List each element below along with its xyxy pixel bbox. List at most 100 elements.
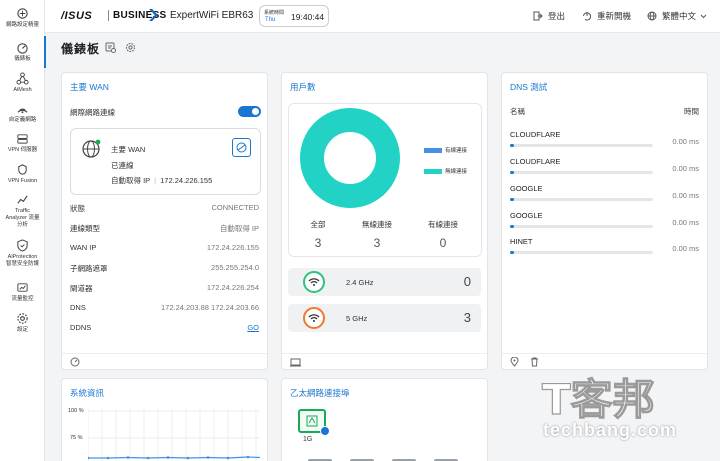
wan-row: DNS172.24.203.88 172.24.203.66	[70, 303, 259, 315]
gear-icon[interactable]	[125, 42, 136, 53]
clock-label: 系統時間	[264, 9, 284, 16]
edit-layout-icon[interactable]	[105, 42, 116, 53]
globe-icon	[647, 11, 657, 21]
band-24ghz-row[interactable]: 2.4 GHz 0	[288, 268, 481, 296]
band-name: 2.4 GHz	[346, 278, 374, 287]
watermark-url: techbang.com	[543, 420, 677, 441]
sidebar-item-label: VPN 伺服器	[8, 147, 37, 154]
separator: |	[154, 176, 156, 185]
wireless-slice	[312, 120, 388, 196]
brand-business: BUSINESS	[113, 10, 167, 21]
wifi-icon	[308, 277, 320, 287]
sidebar-item-traffic-monitor[interactable]: 流量監控	[0, 280, 45, 303]
dns-latency: 0.00 ms	[672, 137, 699, 146]
stat-total-value: 3	[298, 236, 338, 250]
dns-latency-fill	[510, 225, 514, 228]
wan-row-value: 172.24.226.155	[207, 243, 259, 255]
logout-label: 登出	[548, 10, 565, 22]
dns-server-name: HINET	[510, 237, 533, 246]
sidebar-item-vpn-fusion[interactable]: VPN Fusion	[0, 162, 45, 185]
watermark-text: T客邦	[542, 375, 655, 420]
wan-row-value: 255.255.254.0	[211, 263, 259, 275]
legend-swatch	[424, 169, 442, 174]
port-info-badge	[320, 426, 330, 436]
sidebar-item-aiprotection[interactable]: AiProtection 智慧安全防護	[0, 238, 45, 268]
legend-swatch	[424, 148, 442, 153]
ddns-go-link[interactable]: GO	[247, 323, 259, 335]
sidebar-item-label: AiMesh	[13, 87, 31, 94]
wizard-icon	[16, 6, 30, 20]
wan-row: 連線類型自動取得 IP	[70, 223, 259, 235]
language-selector[interactable]: 繁體中文	[647, 10, 707, 22]
legend-wireless: 無線連接	[424, 167, 467, 175]
wan-card-footer	[62, 353, 267, 369]
internet-connection-row: 網際網路連線	[70, 107, 259, 119]
cpu-usage-chart	[88, 409, 260, 461]
sidebar-item-label: 自定義網路	[9, 117, 37, 124]
dns-card-title: DNS 測試	[510, 81, 547, 93]
system-info-card: 系統資訊 100 % 75 %	[61, 378, 268, 461]
sidebar-item-settings[interactable]: 設定	[0, 311, 45, 334]
dns-latency-bar	[510, 144, 653, 147]
settings-icon	[16, 311, 30, 325]
stat-total-label: 全部	[298, 219, 338, 230]
dns-latency: 0.00 ms	[672, 164, 699, 173]
wan-ip-value: 172.24.226.155	[160, 176, 212, 185]
sidebar-item-custom-network[interactable]: 自定義網路	[0, 101, 45, 124]
sidebar: 網路設定精靈 儀錶板 AiMesh 自定義網路 VPN 伺服器 VPN Fusi…	[0, 0, 45, 461]
dns-col-time: 時間	[684, 106, 699, 117]
internet-connection-toggle[interactable]	[238, 106, 261, 117]
dns-latency-fill	[510, 144, 514, 147]
sidebar-item-label: AiProtection	[8, 254, 38, 261]
stat-wired-value: 0	[423, 236, 463, 250]
page-title: 儀錶板	[61, 40, 100, 57]
wan-row-key: WAN IP	[70, 243, 96, 255]
internet-connection-label: 網際網路連線	[70, 107, 115, 119]
vpn-server-icon	[16, 131, 30, 145]
band-count: 0	[464, 274, 471, 289]
sidebar-item-dashboard[interactable]: 儀錶板	[0, 40, 45, 63]
dns-test-card: DNS 測試 名稱 時間 CLOUDFLARE 0.00 ms CLOUDFLA…	[501, 72, 708, 370]
reboot-button[interactable]: 重新開機	[582, 10, 631, 22]
wan-row-key: 子網路遮罩	[70, 263, 108, 275]
wan-row-key: DNS	[70, 303, 86, 315]
wan-row-key: 狀態	[70, 203, 85, 215]
wan-status: 已連線	[111, 160, 134, 171]
sidebar-item-traffic-analyzer[interactable]: Traffic Analyzer 流量 分析	[0, 192, 45, 229]
trash-icon[interactable]	[530, 357, 539, 367]
custom-network-icon	[16, 101, 30, 115]
dns-latency: 0.00 ms	[672, 244, 699, 253]
dns-latency-bar	[510, 225, 653, 228]
wan-row-value: 自動取得 IP	[220, 223, 259, 235]
model-name: ExpertWiFi EBR63	[170, 10, 253, 21]
location-pin-icon[interactable]	[510, 357, 519, 367]
wan-settings-button[interactable]	[232, 138, 251, 157]
wan-row: 閘道器172.24.226.254	[70, 283, 259, 295]
wifi-24ghz-indicator	[303, 271, 325, 293]
band-5ghz-row[interactable]: 5 GHz 3	[288, 304, 481, 332]
dns-col-name: 名稱	[510, 106, 525, 117]
sidebar-item-label: 分析	[17, 222, 28, 229]
clients-donut-chart	[300, 108, 400, 208]
stat-wireless-value: 3	[357, 236, 397, 250]
speedometer-icon[interactable]	[70, 357, 80, 367]
logout-icon	[533, 11, 543, 21]
system-clock: 系統時間 Thu 19:40:44	[259, 5, 329, 27]
ethernet-port-icon	[306, 415, 318, 427]
dns-latency: 0.00 ms	[672, 218, 699, 227]
dns-latency-bar	[510, 251, 653, 254]
sidebar-item-vpn-server[interactable]: VPN 伺服器	[0, 131, 45, 154]
clock-day: Thu	[265, 17, 275, 23]
sidebar-item-wizard[interactable]: 網路設定精靈	[0, 6, 45, 29]
dns-latency-fill	[510, 171, 514, 174]
traffic-analyzer-icon	[16, 192, 30, 206]
dns-latency-fill	[510, 198, 514, 201]
wan-row: DDNSGO	[70, 323, 259, 335]
sidebar-item-aimesh[interactable]: AiMesh	[0, 71, 45, 94]
language-label: 繁體中文	[662, 10, 696, 22]
dns-card-footer	[502, 353, 707, 369]
device-list-icon[interactable]	[290, 357, 301, 367]
logout-button[interactable]: 登出	[533, 10, 565, 22]
power-icon	[582, 11, 592, 21]
wan-row: WAN IP 172.24.226.155	[70, 243, 259, 255]
